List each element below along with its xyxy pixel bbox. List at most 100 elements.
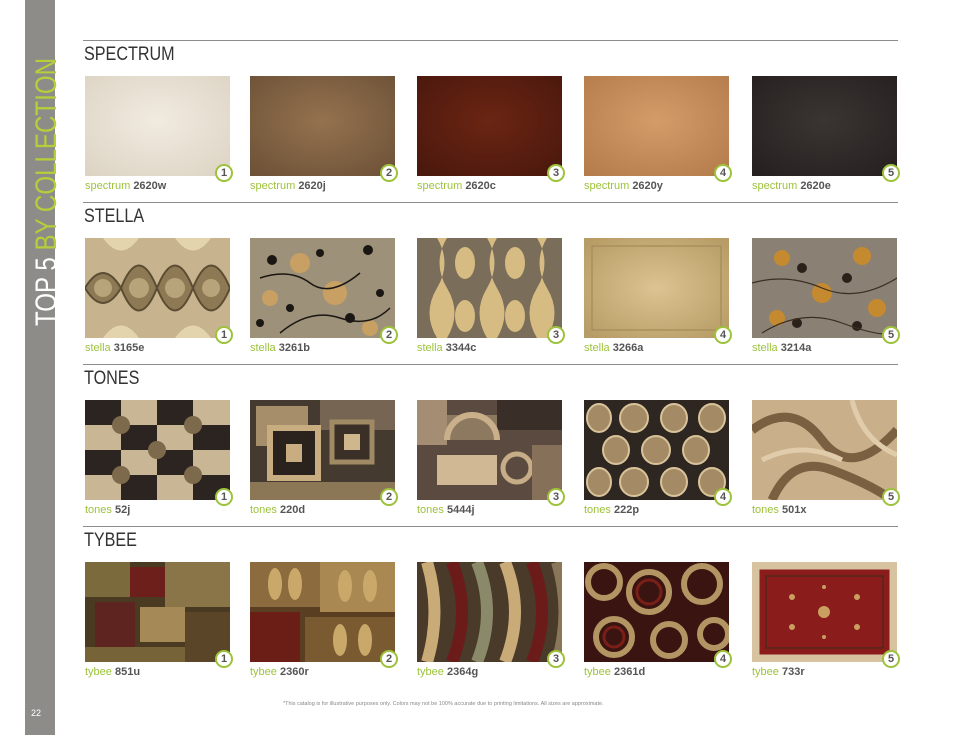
sku-code: 851u [114, 666, 141, 678]
leaf-blocks-rug[interactable] [250, 562, 395, 662]
svg-text:TOP 5 BY COLLECTION: TOP 5 BY COLLECTION [30, 58, 63, 326]
sku-code: 5444j [446, 504, 475, 516]
section-divider [83, 526, 898, 527]
rug-card[interactable]: 5 spectrum 2620e [752, 76, 900, 192]
brown-shag-rug[interactable] [250, 76, 395, 176]
collection-name: tones [85, 504, 112, 516]
collection-name: tybee [417, 666, 444, 678]
rust-shag-rug[interactable] [417, 76, 562, 176]
section-title: SPECTRUM [84, 44, 175, 65]
sku-code: 52j [114, 504, 131, 516]
charcoal-shag-rug[interactable] [752, 76, 897, 176]
rug-label: tones 501x [752, 504, 806, 516]
collection-name: spectrum [584, 180, 630, 192]
rank-badge: 3 [547, 488, 565, 506]
sku-code: 3344c [445, 342, 477, 354]
sku-code: 2620w [133, 180, 167, 192]
rug-label: tybee 733r [752, 666, 805, 678]
rug-card[interactable]: 1 tones 52j [85, 400, 233, 516]
rug-card[interactable]: 1 stella 3165e [85, 238, 233, 354]
rug-card[interactable]: 3 spectrum 2620c [417, 76, 565, 192]
collection-name: stella [584, 342, 610, 354]
rug-card[interactable]: 4 spectrum 2620y [584, 76, 732, 192]
persian-red-rug[interactable] [752, 562, 897, 662]
rank-badge: 4 [714, 164, 732, 182]
rank-badge: 2 [380, 164, 398, 182]
geometric-blocks-rug[interactable] [417, 400, 562, 500]
collection-name: tones [250, 504, 277, 516]
vertical-title: TOP 5 BY COLLECTION [26, 54, 64, 329]
sku-code: 733r [781, 666, 805, 678]
rank-badge: 1 [215, 488, 233, 506]
rug-label: tones 220d [250, 504, 305, 516]
floral-grey-rug[interactable] [250, 238, 395, 338]
section-title: TYBEE [84, 530, 137, 551]
rug-card[interactable]: 2 tones 220d [250, 400, 398, 516]
sku-code: 2620j [298, 180, 326, 192]
collection-name: stella [85, 342, 111, 354]
collection-name: tybee [85, 666, 112, 678]
rings-rug[interactable] [584, 562, 729, 662]
collection-name: spectrum [85, 180, 131, 192]
rug-label: spectrum 2620c [417, 180, 496, 192]
section-divider [83, 202, 898, 203]
rug-card[interactable]: 4 tybee 2361d [584, 562, 732, 678]
squares-rug[interactable] [250, 400, 395, 500]
page-number: 22 [31, 708, 42, 718]
sku-code: 3261b [278, 342, 310, 354]
circle-grid-rug[interactable] [85, 400, 230, 500]
patchwork-rug[interactable] [85, 562, 230, 662]
collection-name: stella [417, 342, 443, 354]
rug-card[interactable]: 5 tybee 733r [752, 562, 900, 678]
rug-label: tybee 851u [85, 666, 140, 678]
cream-shag-rug[interactable] [85, 76, 230, 176]
rug-label: tybee 2361d [584, 666, 645, 678]
rug-card[interactable]: 3 tones 5444j [417, 400, 565, 516]
rug-card[interactable]: 2 spectrum 2620j [250, 76, 398, 192]
rug-label: spectrum 2620j [250, 180, 326, 192]
rank-badge: 5 [882, 326, 900, 344]
rug-card[interactable]: 3 tybee 2364g [417, 562, 565, 678]
rug-label: tybee 2360r [250, 666, 309, 678]
rug-card[interactable]: 1 tybee 851u [85, 562, 233, 678]
rug-card[interactable]: 2 stella 3261b [250, 238, 398, 354]
rank-badge: 1 [215, 326, 233, 344]
rug-card[interactable]: 1 spectrum 2620w [85, 76, 233, 192]
ikat-damask-rug[interactable] [417, 238, 562, 338]
collection-name: tones [584, 504, 611, 516]
waves-rug[interactable] [417, 562, 562, 662]
section-title: STELLA [84, 206, 145, 227]
rug-label: spectrum 2620e [752, 180, 831, 192]
sku-code: 2364g [446, 666, 479, 678]
rug-label: stella 3266a [584, 342, 643, 354]
rug-label: stella 3165e [85, 342, 144, 354]
sku-code: 2361d [613, 666, 646, 678]
ovals-rug[interactable] [584, 400, 729, 500]
abstract-swirl-rug[interactable] [752, 400, 897, 500]
sku-code: 222p [613, 504, 640, 516]
footnote: *This catalog is for illustrative purpos… [283, 701, 604, 707]
rug-label: spectrum 2620y [584, 180, 663, 192]
tan-shag-rug[interactable] [584, 76, 729, 176]
collection-name: spectrum [250, 180, 296, 192]
title-part-2: BY COLLECTION [30, 58, 63, 250]
floral-taupe-rug[interactable] [752, 238, 897, 338]
ogee-medallion-rug[interactable] [85, 238, 230, 338]
sku-code: 2620c [465, 180, 496, 192]
rug-card[interactable]: 3 stella 3344c [417, 238, 565, 354]
distressed-beige-rug[interactable] [584, 238, 729, 338]
rug-card[interactable]: 4 stella 3266a [584, 238, 732, 354]
sku-code: 2620e [800, 180, 831, 192]
rug-card[interactable]: 5 stella 3214a [752, 238, 900, 354]
sku-code: 2360r [279, 666, 309, 678]
rug-label: stella 3261b [250, 342, 310, 354]
rug-label: spectrum 2620w [85, 180, 166, 192]
rug-card[interactable]: 5 tones 501x [752, 400, 900, 516]
rank-badge: 1 [215, 164, 233, 182]
rank-badge: 2 [380, 326, 398, 344]
collection-name: spectrum [417, 180, 463, 192]
collection-name: stella [752, 342, 778, 354]
rug-card[interactable]: 2 tybee 2360r [250, 562, 398, 678]
rug-card[interactable]: 4 tones 222p [584, 400, 732, 516]
sku-code: 3214a [780, 342, 812, 354]
